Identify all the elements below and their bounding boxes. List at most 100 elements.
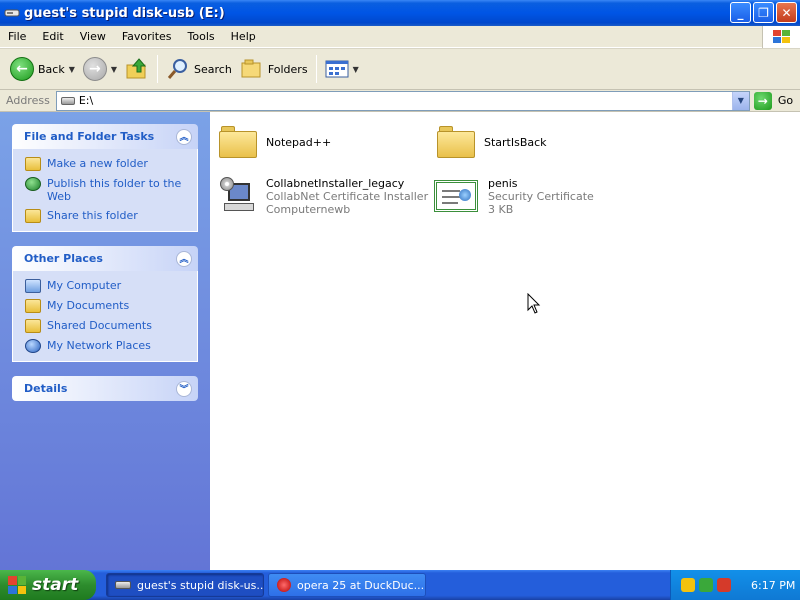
address-dropdown-icon[interactable]: ▼ [731,91,749,110]
toolbar-separator [157,55,159,83]
go-button[interactable]: → Go [753,91,794,110]
menu-edit[interactable]: Edit [34,30,71,43]
taskbar-button-opera[interactable]: opera 25 at DuckDuc... [268,573,426,597]
start-button[interactable]: start [0,570,96,600]
task-publish-folder[interactable]: Publish this folder to the Web [25,177,187,203]
task-label: Share this folder [47,209,138,222]
folder-icon [219,126,257,158]
file-item-folder[interactable]: StartIsBack [436,122,547,162]
taskbar-button-label: guest's stupid disk-us... [137,578,264,592]
back-label: Back [38,62,65,76]
file-publisher: Computernewb [266,202,351,216]
start-label: start [32,575,79,595]
other-places-title: Other Places [24,252,103,265]
my-computer-icon [25,279,41,293]
my-documents-icon [25,299,41,313]
file-name: Notepad++ [266,135,332,149]
address-label: Address [6,94,50,107]
go-label: Go [777,94,794,107]
windows-flag-icon [8,576,26,594]
windows-logo-icon [762,26,800,48]
taskbar-button-label: opera 25 at DuckDuc... [297,578,425,592]
window-title: guest's stupid disk-usb (E:) [24,5,225,21]
file-name: StartIsBack [484,135,547,149]
shared-documents-icon [25,319,41,333]
collapse-chevron-icon[interactable]: ︽ [176,128,192,145]
views-icon [325,60,349,78]
other-places-box: Other Places ︽ My Computer My Documents … [12,246,198,362]
details-title: Details [24,382,68,395]
place-label: My Computer [47,279,122,292]
up-folder-icon [126,58,147,79]
file-name: CollabnetInstaller_legacy [266,176,405,190]
security-shield-icon[interactable] [681,578,695,592]
menu-bar: File Edit View Favorites Tools Help [0,26,800,48]
folders-label: Folders [267,62,308,76]
installer-icon [220,177,256,215]
details-box: Details ︾ [12,376,198,401]
close-button[interactable]: ✕ [776,2,797,23]
up-folder-button[interactable] [121,53,153,85]
usb-drive-icon [60,96,75,105]
menu-view[interactable]: View [72,30,114,43]
expand-chevron-icon[interactable]: ︾ [176,380,192,397]
details-header[interactable]: Details ︾ [12,376,198,401]
mouse-cursor-icon [527,293,541,314]
title-bar[interactable]: guest's stupid disk-usb (E:) _ ❐ ✕ [0,0,800,26]
back-dropdown-icon[interactable]: ▼ [69,65,75,74]
address-bar: Address E:\ ▼ → Go [0,90,800,112]
search-label: Search [194,62,232,76]
security-alert-icon[interactable] [717,578,731,592]
file-name: penis [488,176,518,190]
taskbar: start guest's stupid disk-us... opera 25… [0,570,800,600]
file-folder-tasks-title: File and Folder Tasks [24,130,155,143]
file-item-installer[interactable]: CollabnetInstaller_legacy CollabNet Cert… [218,176,428,216]
share-folder-icon [25,209,41,223]
place-my-documents[interactable]: My Documents [25,299,187,313]
task-pane: File and Folder Tasks ︽ Make a new folde… [0,112,210,570]
system-tray: 6:17 PM [670,570,800,600]
menu-tools[interactable]: Tools [180,30,223,43]
place-shared-documents[interactable]: Shared Documents [25,319,187,333]
task-label: Publish this folder to the Web [47,177,182,203]
address-input[interactable]: E:\ ▼ [55,90,750,111]
file-type: Security Certificate [488,189,594,203]
menu-help[interactable]: Help [223,30,264,43]
back-arrow-icon: ← [10,57,34,81]
minimize-button[interactable]: _ [730,2,751,23]
task-make-new-folder[interactable]: Make a new folder [25,157,187,171]
file-folder-tasks-box: File and Folder Tasks ︽ Make a new folde… [12,124,198,232]
collapse-chevron-icon[interactable]: ︽ [176,250,192,267]
file-description: CollabNet Certificate Installer [266,189,429,203]
forward-dropdown-icon[interactable]: ▼ [111,65,117,74]
views-button[interactable]: ▼ [321,53,363,85]
search-button[interactable]: Search [162,53,236,85]
network-status-icon[interactable] [699,578,713,592]
forward-arrow-icon: → [82,57,107,81]
maximize-button[interactable]: ❐ [753,2,774,23]
back-button[interactable]: ← Back ▼ [6,53,79,85]
toolbar-separator [315,55,317,83]
file-item-certificate[interactable]: penis Security Certificate 3 KB [432,176,594,216]
network-places-icon [25,339,41,353]
menu-favorites[interactable]: Favorites [114,30,180,43]
file-folder-tasks-header[interactable]: File and Folder Tasks ︽ [12,124,198,149]
usb-drive-icon [115,581,131,589]
folders-button[interactable]: Folders [236,53,312,85]
menu-file[interactable]: File [0,30,34,43]
clock[interactable]: 6:17 PM [751,579,795,592]
other-places-header[interactable]: Other Places ︽ [12,246,198,271]
search-icon [167,59,188,79]
forward-button[interactable]: → ▼ [79,53,121,85]
file-list[interactable]: Notepad++ StartIsBack CollabnetInstaller… [210,112,800,570]
taskbar-button-explorer[interactable]: guest's stupid disk-us... [106,573,264,597]
opera-browser-icon [277,578,291,592]
go-arrow-icon: → [753,91,772,110]
toolbar: ← Back ▼ → ▼ Search Folders ▼ [0,48,800,90]
file-item-folder[interactable]: Notepad++ [218,122,331,162]
place-my-network-places[interactable]: My Network Places [25,339,187,353]
task-share-folder[interactable]: Share this folder [25,209,187,223]
views-dropdown-icon[interactable]: ▼ [353,65,359,74]
file-size: 3 KB [488,202,514,216]
place-my-computer[interactable]: My Computer [25,279,187,293]
